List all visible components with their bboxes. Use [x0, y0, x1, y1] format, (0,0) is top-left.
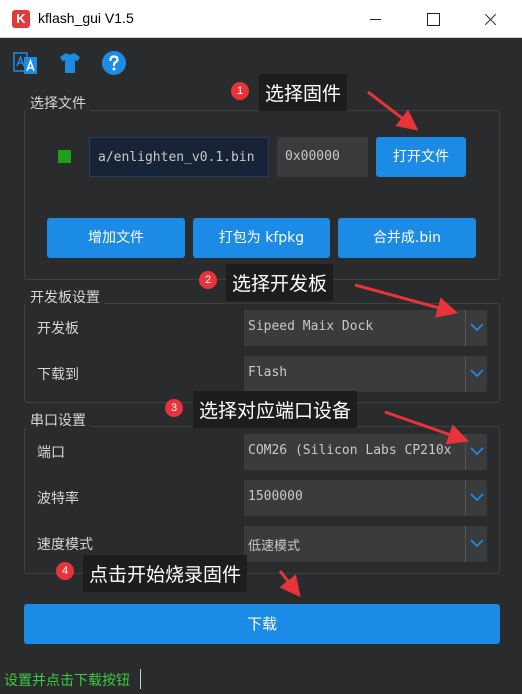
annotation-arrow-1: [367, 90, 419, 131]
annotation-2-text: 选择开发板: [226, 264, 334, 301]
annotation-arrow-4: [278, 570, 301, 598]
annotation-2-badge: 2: [199, 271, 217, 289]
annotation-1-text: 选择固件: [259, 74, 348, 111]
annotation-3-text: 选择对应端口设备: [193, 391, 358, 428]
annotation-4-badge: 4: [56, 562, 74, 580]
annotation-1-badge: 1: [231, 82, 249, 100]
annotation-arrow-2: [354, 283, 459, 318]
annotation-4-text: 点击开始烧录固件: [83, 555, 248, 592]
annotation-3-badge: 3: [165, 399, 183, 417]
annotation-arrow-3: [384, 410, 469, 445]
